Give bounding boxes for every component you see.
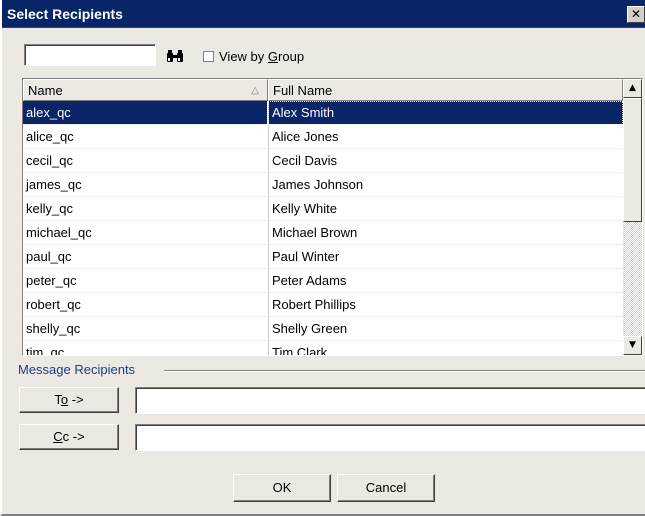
cell-full-name: Tim Clark <box>268 341 623 355</box>
cell-full-name: Alex Smith <box>268 101 623 125</box>
sort-ascending-icon: △ <box>251 85 259 96</box>
scroll-down-button[interactable]: ▼ <box>623 336 642 355</box>
window-title: Select Recipients <box>7 6 123 22</box>
table-row[interactable]: james_qc James Johnson <box>23 173 623 197</box>
cell-name: tim_qc <box>23 341 267 355</box>
table-row[interactable]: michael_qc Michael Brown <box>23 221 623 245</box>
table-row[interactable]: alex_qc Alex Smith <box>23 101 623 125</box>
arrow-up-icon: ▲ <box>629 83 636 93</box>
table-row[interactable]: robert_qc Robert Phillips <box>23 293 623 317</box>
group-divider <box>164 370 645 372</box>
scroll-up-button[interactable]: ▲ <box>623 79 642 98</box>
cc-field[interactable] <box>135 424 645 451</box>
table-row[interactable]: paul_qc Paul Winter <box>23 245 623 269</box>
cell-full-name: Michael Brown <box>268 221 623 245</box>
cell-full-name: Kelly White <box>268 197 623 221</box>
table-row[interactable]: shelly_qc Shelly Green <box>23 317 623 341</box>
cell-name: cecil_qc <box>23 149 267 173</box>
title-bar[interactable]: Select Recipients ✕ <box>2 0 645 28</box>
to-button[interactable]: To -> <box>19 387 119 413</box>
users-table: Name △ Full Name alex_qc Alex Smith alice_… <box>22 78 643 356</box>
cell-name: alex_qc <box>23 101 267 125</box>
cell-full-name: Shelly Green <box>268 317 623 341</box>
binoculars-icon[interactable] <box>165 49 185 63</box>
cell-name: alice_qc <box>23 125 267 149</box>
cell-name: shelly_qc <box>23 317 267 341</box>
cell-full-name: Peter Adams <box>268 269 623 293</box>
close-button[interactable]: ✕ <box>627 6 645 23</box>
column-header-name[interactable]: Name △ <box>23 79 268 101</box>
table-row[interactable]: peter_qc Peter Adams <box>23 269 623 293</box>
table-row[interactable]: kelly_qc Kelly White <box>23 197 623 221</box>
cell-name: michael_qc <box>23 221 267 245</box>
cell-full-name: Robert Phillips <box>268 293 623 317</box>
close-icon: ✕ <box>630 7 642 21</box>
table-row[interactable]: alice_qc Alice Jones <box>23 125 623 149</box>
cell-full-name: James Johnson <box>268 173 623 197</box>
cell-full-name: Paul Winter <box>268 245 623 269</box>
cancel-button[interactable]: Cancel <box>337 474 435 502</box>
table-row[interactable]: cecil_qc Cecil Davis <box>23 149 623 173</box>
search-input[interactable] <box>24 44 156 66</box>
view-by-group-label[interactable]: View by Group <box>219 49 304 64</box>
to-field[interactable] <box>135 387 645 414</box>
table-header: Name △ Full Name <box>23 79 623 101</box>
column-header-full-name[interactable]: Full Name <box>268 79 623 101</box>
cell-name: kelly_qc <box>23 197 267 221</box>
select-recipients-dialog: Select Recipients ✕ View by Group Name △… <box>0 0 645 516</box>
cc-button[interactable]: Cc -> <box>19 424 119 450</box>
cell-name: robert_qc <box>23 293 267 317</box>
ok-button[interactable]: OK <box>233 474 331 502</box>
cell-name: peter_qc <box>23 269 267 293</box>
view-by-group-checkbox[interactable] <box>203 51 214 62</box>
vertical-scrollbar[interactable]: ▲ ▼ <box>623 79 642 355</box>
cell-name: paul_qc <box>23 245 267 269</box>
message-recipients-label: Message Recipients <box>18 362 136 377</box>
scrollbar-thumb[interactable] <box>623 98 642 222</box>
cell-full-name: Alice Jones <box>268 125 623 149</box>
arrow-down-icon: ▼ <box>629 340 636 350</box>
cell-full-name: Cecil Davis <box>268 149 623 173</box>
cell-name: james_qc <box>23 173 267 197</box>
table-row[interactable]: tim_qc Tim Clark <box>23 341 623 355</box>
